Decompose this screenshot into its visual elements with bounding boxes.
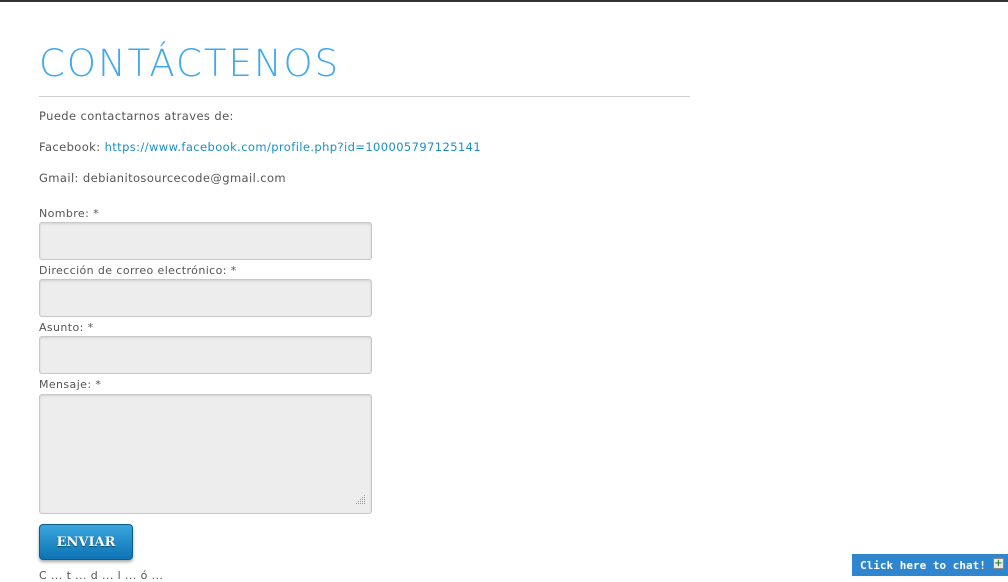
chat-label: Click here to chat! bbox=[860, 559, 986, 572]
gmail-line: Gmail: debianitosourcecode@gmail.com bbox=[39, 171, 286, 185]
subject-input[interactable] bbox=[39, 336, 372, 374]
page-title: CONTÁCTENOS bbox=[39, 42, 341, 85]
gmail-value: debianitosourcecode@gmail.com bbox=[82, 171, 287, 185]
message-textarea[interactable] bbox=[39, 394, 372, 514]
gmail-label: Gmail: bbox=[39, 171, 79, 185]
name-input[interactable] bbox=[39, 222, 372, 260]
facebook-link[interactable]: https://www.facebook.com/profile.php?id=… bbox=[105, 140, 482, 154]
submit-button[interactable]: ENVIAR bbox=[39, 524, 133, 560]
email-label: Dirección de correo electrónico: * bbox=[39, 264, 237, 277]
email-input[interactable] bbox=[39, 279, 372, 317]
message-label: Mensaje: * bbox=[39, 378, 102, 391]
name-label: Nombre: * bbox=[39, 207, 100, 220]
plus-icon[interactable]: + bbox=[993, 558, 1004, 569]
top-border bbox=[0, 0, 1008, 2]
facebook-line: Facebook: https://www.facebook.com/profi… bbox=[39, 140, 481, 154]
facebook-label: Facebook: bbox=[39, 140, 101, 154]
chat-widget-button[interactable]: Click here to chat! + bbox=[852, 554, 1008, 576]
title-divider bbox=[39, 96, 690, 97]
subject-label: Asunto: * bbox=[39, 321, 94, 334]
contact-intro: Puede contactarnos atraves de: bbox=[39, 109, 234, 123]
resize-grip-icon[interactable] bbox=[355, 494, 366, 505]
